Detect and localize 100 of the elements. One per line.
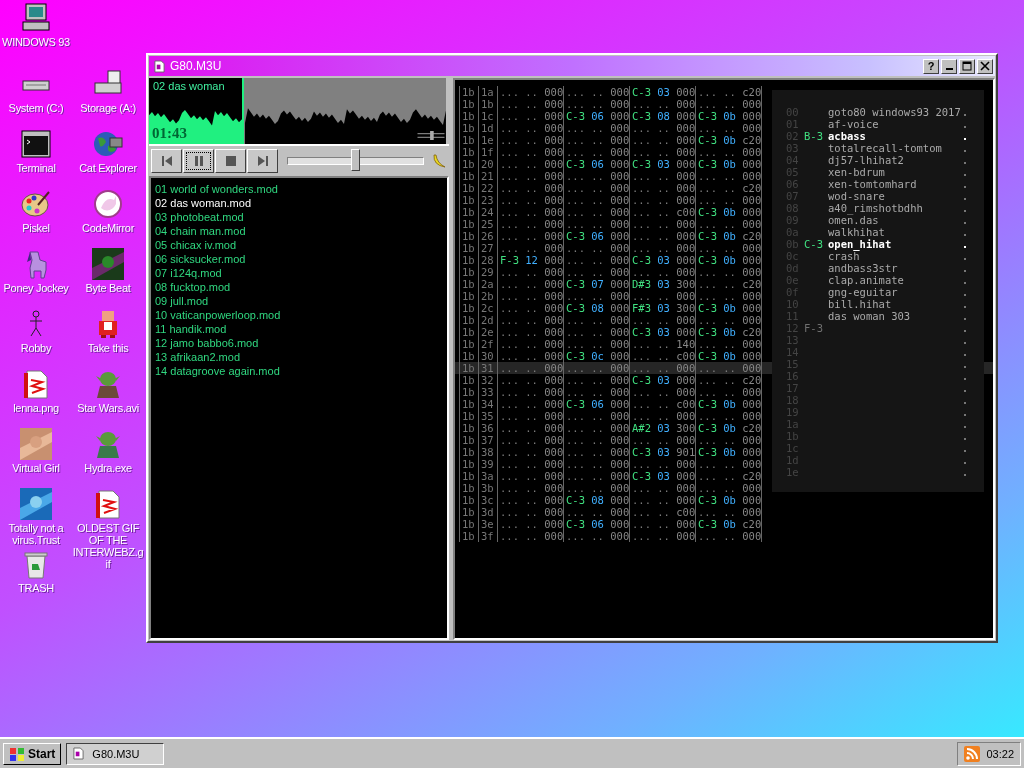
playlist-item[interactable]: 14 datagroove again.mod: [155, 364, 443, 378]
close-button[interactable]: [977, 58, 993, 74]
instrument-name[interactable]: goto80 windows93 2017: [828, 106, 961, 118]
row-number: 2b: [478, 290, 497, 302]
channel-cell: C-3 0b 000: [695, 398, 762, 410]
icon-label[interactable]: Take this: [87, 342, 129, 354]
instrument-name[interactable]: dj57-lhihat2: [828, 154, 904, 166]
instrument-name[interactable]: das woman 303: [828, 310, 911, 322]
playlist-item[interactable]: 13 afrikaan2.mod: [155, 350, 443, 364]
next-button[interactable]: [247, 149, 278, 173]
instrument-name[interactable]: gng-eguitar: [828, 286, 898, 298]
instrument-name[interactable]: totalrecall-tomtom: [828, 142, 942, 154]
channel-cell: ... .. 000: [629, 98, 695, 110]
channel-cell: C-3 03 901: [629, 446, 695, 458]
computer-icon[interactable]: [20, 2, 52, 34]
channel-cell: ... .. 000: [695, 146, 762, 158]
channel-cell: ... .. 000: [563, 530, 629, 542]
channel-cell: C-3 0b c20: [695, 134, 762, 146]
icon-label[interactable]: TRASH: [18, 582, 54, 594]
channel-cell: ... .. 000: [563, 266, 629, 278]
rss-icon[interactable]: [964, 745, 981, 762]
channel-cell: ... .. 000: [497, 374, 563, 386]
banana-icon[interactable]: [431, 153, 447, 169]
playlist-item[interactable]: 11 handik.mod: [155, 322, 443, 336]
instrument-name[interactable]: af-voice: [828, 118, 879, 130]
icon-label[interactable]: Robby: [20, 342, 52, 354]
playlist-item[interactable]: 04 chain man.mod: [155, 224, 443, 238]
instrument-name[interactable]: open_hihat: [828, 238, 892, 250]
instrument-note: B-3: [804, 130, 823, 142]
volume-slider[interactable]: [350, 149, 360, 171]
pattern-number: 1b: [459, 218, 478, 230]
terminal-icon[interactable]: [20, 128, 52, 160]
maximize-button[interactable]: [959, 58, 975, 74]
playlist-item[interactable]: 10 vaticanpowerloop.mod: [155, 308, 443, 322]
task-button[interactable]: G80.M3U: [66, 742, 165, 765]
start-button[interactable]: Start: [3, 742, 62, 765]
row-number: 27: [478, 242, 497, 254]
stop-button[interactable]: [215, 149, 246, 173]
pattern-number: 1b: [459, 434, 478, 446]
icon-label[interactable]: Hydra.exe: [84, 462, 132, 474]
equalizer-icon[interactable]: [417, 131, 445, 140]
channel-cell: F#3 03 300: [629, 302, 695, 314]
channel-cell: ... .. 000: [695, 410, 762, 422]
previous-button[interactable]: [151, 149, 182, 173]
playlist-item[interactable]: 09 jull.mod: [155, 294, 443, 308]
channel-cell: ... .. 000: [497, 530, 563, 542]
channel-cell: ... .. 000: [629, 182, 695, 194]
instrument-name[interactable]: acbass: [828, 130, 866, 142]
icon-label[interactable]: lenna.png: [13, 402, 59, 414]
channel-cell: ... .. 000: [563, 290, 629, 302]
icon-label[interactable]: Star Wars.avi: [77, 402, 139, 414]
instrument-name[interactable]: crash: [828, 250, 860, 262]
playlist-item[interactable]: 12 jamo babbo6.mod: [155, 336, 443, 350]
instrument-name[interactable]: a40_rimshotbdhh: [828, 202, 923, 214]
playlist-item[interactable]: 02 das woman.mod: [155, 196, 443, 210]
playlist-item[interactable]: 06 sicksucker.mod: [155, 252, 443, 266]
channel-cell: C-3 06 000: [563, 518, 629, 530]
icon-label[interactable]: Totally not a virus.Trust: [0, 522, 72, 546]
channel-cell: A#2 03 300: [629, 422, 695, 434]
channel-cell: C-3 03 000: [629, 86, 695, 98]
instrument-name[interactable]: wod-snare: [828, 190, 885, 202]
channel-cell: C-3 06 000: [563, 158, 629, 170]
instrument-name[interactable]: xen-tomtomhard: [828, 178, 917, 190]
help-button[interactable]: ?: [923, 58, 939, 74]
channel-cell: C-3 06 000: [563, 230, 629, 242]
instrument-name[interactable]: walkhihat: [828, 226, 885, 238]
icon-label[interactable]: Poney Jockey: [3, 282, 69, 294]
channel-cell: ... .. 000: [563, 422, 629, 434]
instrument-name[interactable]: andbass3str: [828, 262, 898, 274]
channel-cell: ... .. 000: [563, 218, 629, 230]
channel-cell: ... .. 000: [563, 386, 629, 398]
row-number: 37: [478, 434, 497, 446]
playlist-item[interactable]: 05 chicax iv.mod: [155, 238, 443, 252]
channel-cell: ... .. 000: [497, 458, 563, 470]
instrument-name[interactable]: omen.das: [828, 214, 879, 226]
icon-label[interactable]: Byte Beat: [85, 282, 131, 294]
channel-cell: ... .. 000: [497, 362, 563, 374]
channel-cell: ... .. 000: [695, 530, 762, 542]
playlist-item[interactable]: 08 fucktop.mod: [155, 280, 443, 294]
icon-label[interactable]: CodeMirror: [82, 222, 134, 234]
instrument-name[interactable]: bill.hihat: [828, 298, 892, 310]
instrument-name[interactable]: xen-bdrum: [828, 166, 885, 178]
instrument-note: F-3: [804, 322, 823, 334]
channel-cell: ... .. 000: [695, 170, 762, 182]
cat-icon[interactable]: [92, 188, 124, 220]
playlist-item[interactable]: 07 i124q.mod: [155, 266, 443, 280]
instrument-name[interactable]: clap.animate: [828, 274, 904, 286]
channel-cell: ... .. 000: [563, 458, 629, 470]
pause-button[interactable]: [183, 149, 214, 173]
channel-cell: ... .. 000: [695, 386, 762, 398]
channel-cell: ... .. 000: [497, 110, 563, 122]
row-number: 32: [478, 374, 497, 386]
row-number: 3c: [478, 494, 497, 506]
icon-label[interactable]: Virtual Girl: [12, 462, 60, 474]
minimize-button[interactable]: [941, 58, 957, 74]
icon-label[interactable]: OLDEST GIF OF THE INTERWEBZ.gif: [72, 522, 144, 570]
playlist-item[interactable]: 01 world of wonders.mod: [155, 182, 443, 196]
channel-cell: ... .. 000: [563, 314, 629, 326]
pattern-number: 1b: [459, 506, 478, 518]
playlist-item[interactable]: 03 photobeat.mod: [155, 210, 443, 224]
